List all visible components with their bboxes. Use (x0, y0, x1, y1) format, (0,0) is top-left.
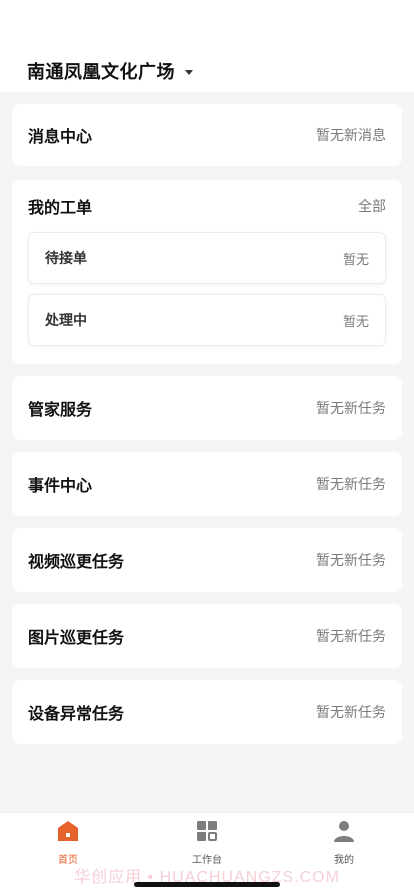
event-center-status: 暂无新任务 (316, 477, 386, 493)
grid-icon (195, 819, 219, 847)
message-center-title: 消息中心 (28, 127, 93, 146)
top-header: 南通凤凰文化广场 (0, 0, 414, 92)
user-icon (332, 819, 356, 847)
tab-workbench[interactable]: 工作台 (167, 819, 247, 866)
my-orders-card: 我的工单 全部 待接单 暂无 处理中 暂无 (12, 180, 402, 364)
video-patrol-title: 视频巡更任务 (28, 552, 125, 571)
location-name: 南通凤凰文化广场 (27, 62, 175, 83)
housekeeper-status: 暂无新任务 (316, 401, 386, 417)
location-selector[interactable]: 南通凤凰文化广场 (27, 58, 193, 84)
caret-down-icon (185, 69, 193, 75)
order-pending-title: 待接单 (45, 251, 87, 267)
my-orders-all-link[interactable]: 全部 (358, 196, 386, 216)
my-orders-title: 我的工单 (28, 198, 93, 217)
order-processing-item[interactable]: 处理中 暂无 (28, 294, 386, 346)
tab-home[interactable]: 首页 (28, 819, 108, 866)
device-anomaly-status: 暂无新任务 (316, 705, 386, 721)
video-patrol-status: 暂无新任务 (316, 553, 386, 569)
home-icon (56, 819, 80, 847)
event-center-card[interactable]: 事件中心 暂无新任务 (12, 452, 402, 516)
image-patrol-card[interactable]: 图片巡更任务 暂无新任务 (12, 604, 402, 668)
device-anomaly-card[interactable]: 设备异常任务 暂无新任务 (12, 680, 402, 744)
order-pending-item[interactable]: 待接单 暂无 (28, 232, 386, 284)
image-patrol-title: 图片巡更任务 (28, 628, 125, 647)
housekeeper-title: 管家服务 (28, 400, 93, 419)
image-patrol-status: 暂无新任务 (316, 629, 386, 645)
order-pending-status: 暂无 (342, 252, 369, 268)
home-indicator (134, 882, 280, 887)
message-center-card[interactable]: 消息中心 暂无新消息 (12, 104, 402, 166)
device-anomaly-title: 设备异常任务 (28, 704, 125, 723)
video-patrol-card[interactable]: 视频巡更任务 暂无新任务 (12, 528, 402, 592)
message-center-status: 暂无新消息 (316, 128, 386, 144)
order-processing-title: 处理中 (45, 313, 87, 329)
event-center-title: 事件中心 (28, 476, 93, 495)
tab-mine[interactable]: 我的 (304, 819, 384, 866)
order-processing-status: 暂无 (342, 314, 369, 330)
housekeeper-card[interactable]: 管家服务 暂无新任务 (12, 376, 402, 440)
